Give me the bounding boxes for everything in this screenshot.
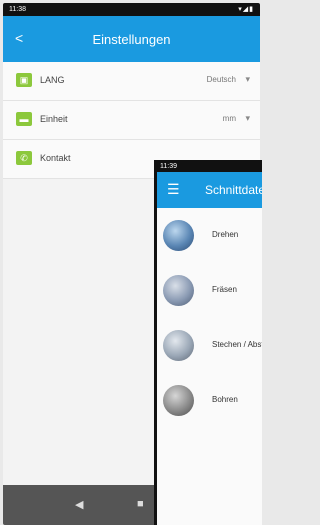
tools-screen: 11:39 ☰ Schnittdaten Drehen Fräsen Stech… bbox=[157, 160, 262, 525]
row-label: LANG bbox=[40, 75, 65, 85]
nav-back-icon[interactable]: ◀ bbox=[75, 498, 83, 511]
status-time: 11:39 bbox=[160, 163, 177, 170]
ruler-icon: ▬ bbox=[16, 112, 32, 126]
tool-item-stechen[interactable]: Stechen / Abstechen bbox=[157, 318, 262, 373]
tool-item-bohren[interactable]: Bohren bbox=[157, 373, 262, 428]
tool-label: Stechen / Abstechen bbox=[212, 340, 262, 349]
row-label: Einheit bbox=[40, 114, 68, 124]
page-title: Einstellungen bbox=[92, 32, 171, 47]
menu-icon[interactable]: ☰ bbox=[167, 181, 180, 198]
tool-thumbnail bbox=[163, 330, 194, 361]
status-bar: 11:39 bbox=[157, 160, 262, 172]
tools-phone: 11:39 ☰ Schnittdaten Drehen Fräsen Stech… bbox=[154, 160, 262, 525]
row-value: Deutsch bbox=[206, 75, 236, 84]
dropdown-caret-icon[interactable]: ▾ bbox=[245, 113, 250, 124]
tools-app-bar: ☰ Schnittdaten bbox=[157, 172, 262, 208]
tool-list: Drehen Fräsen Stechen / Abstechen Bohren bbox=[157, 208, 262, 428]
language-icon: ▣ bbox=[16, 73, 32, 87]
status-icons: ▾◢▮ bbox=[238, 6, 254, 13]
row-label: Kontakt bbox=[40, 153, 71, 163]
status-time: 11:38 bbox=[9, 6, 26, 13]
status-bar: 11:38 ▾◢▮ bbox=[3, 3, 260, 16]
phone-icon: ✆ bbox=[16, 151, 32, 165]
tool-thumbnail bbox=[163, 385, 194, 416]
settings-app-bar: < Einstellungen bbox=[3, 16, 260, 62]
settings-row-einheit[interactable]: ▬ Einheit mm ▾ bbox=[3, 101, 260, 140]
tool-label: Fräsen bbox=[212, 285, 237, 294]
row-value: mm bbox=[222, 114, 236, 123]
nav-home-icon[interactable]: ■ bbox=[137, 498, 144, 510]
tool-thumbnail bbox=[163, 220, 194, 251]
settings-row-lang[interactable]: ▣ LANG Deutsch ▾ bbox=[3, 62, 260, 101]
tool-thumbnail bbox=[163, 275, 194, 306]
page-title: Schnittdaten bbox=[205, 183, 262, 197]
tool-item-fraesen[interactable]: Fräsen bbox=[157, 263, 262, 318]
tool-label: Drehen bbox=[212, 230, 239, 239]
dropdown-caret-icon[interactable]: ▾ bbox=[245, 74, 250, 85]
tool-label: Bohren bbox=[212, 395, 238, 404]
tool-item-drehen[interactable]: Drehen bbox=[157, 208, 262, 263]
